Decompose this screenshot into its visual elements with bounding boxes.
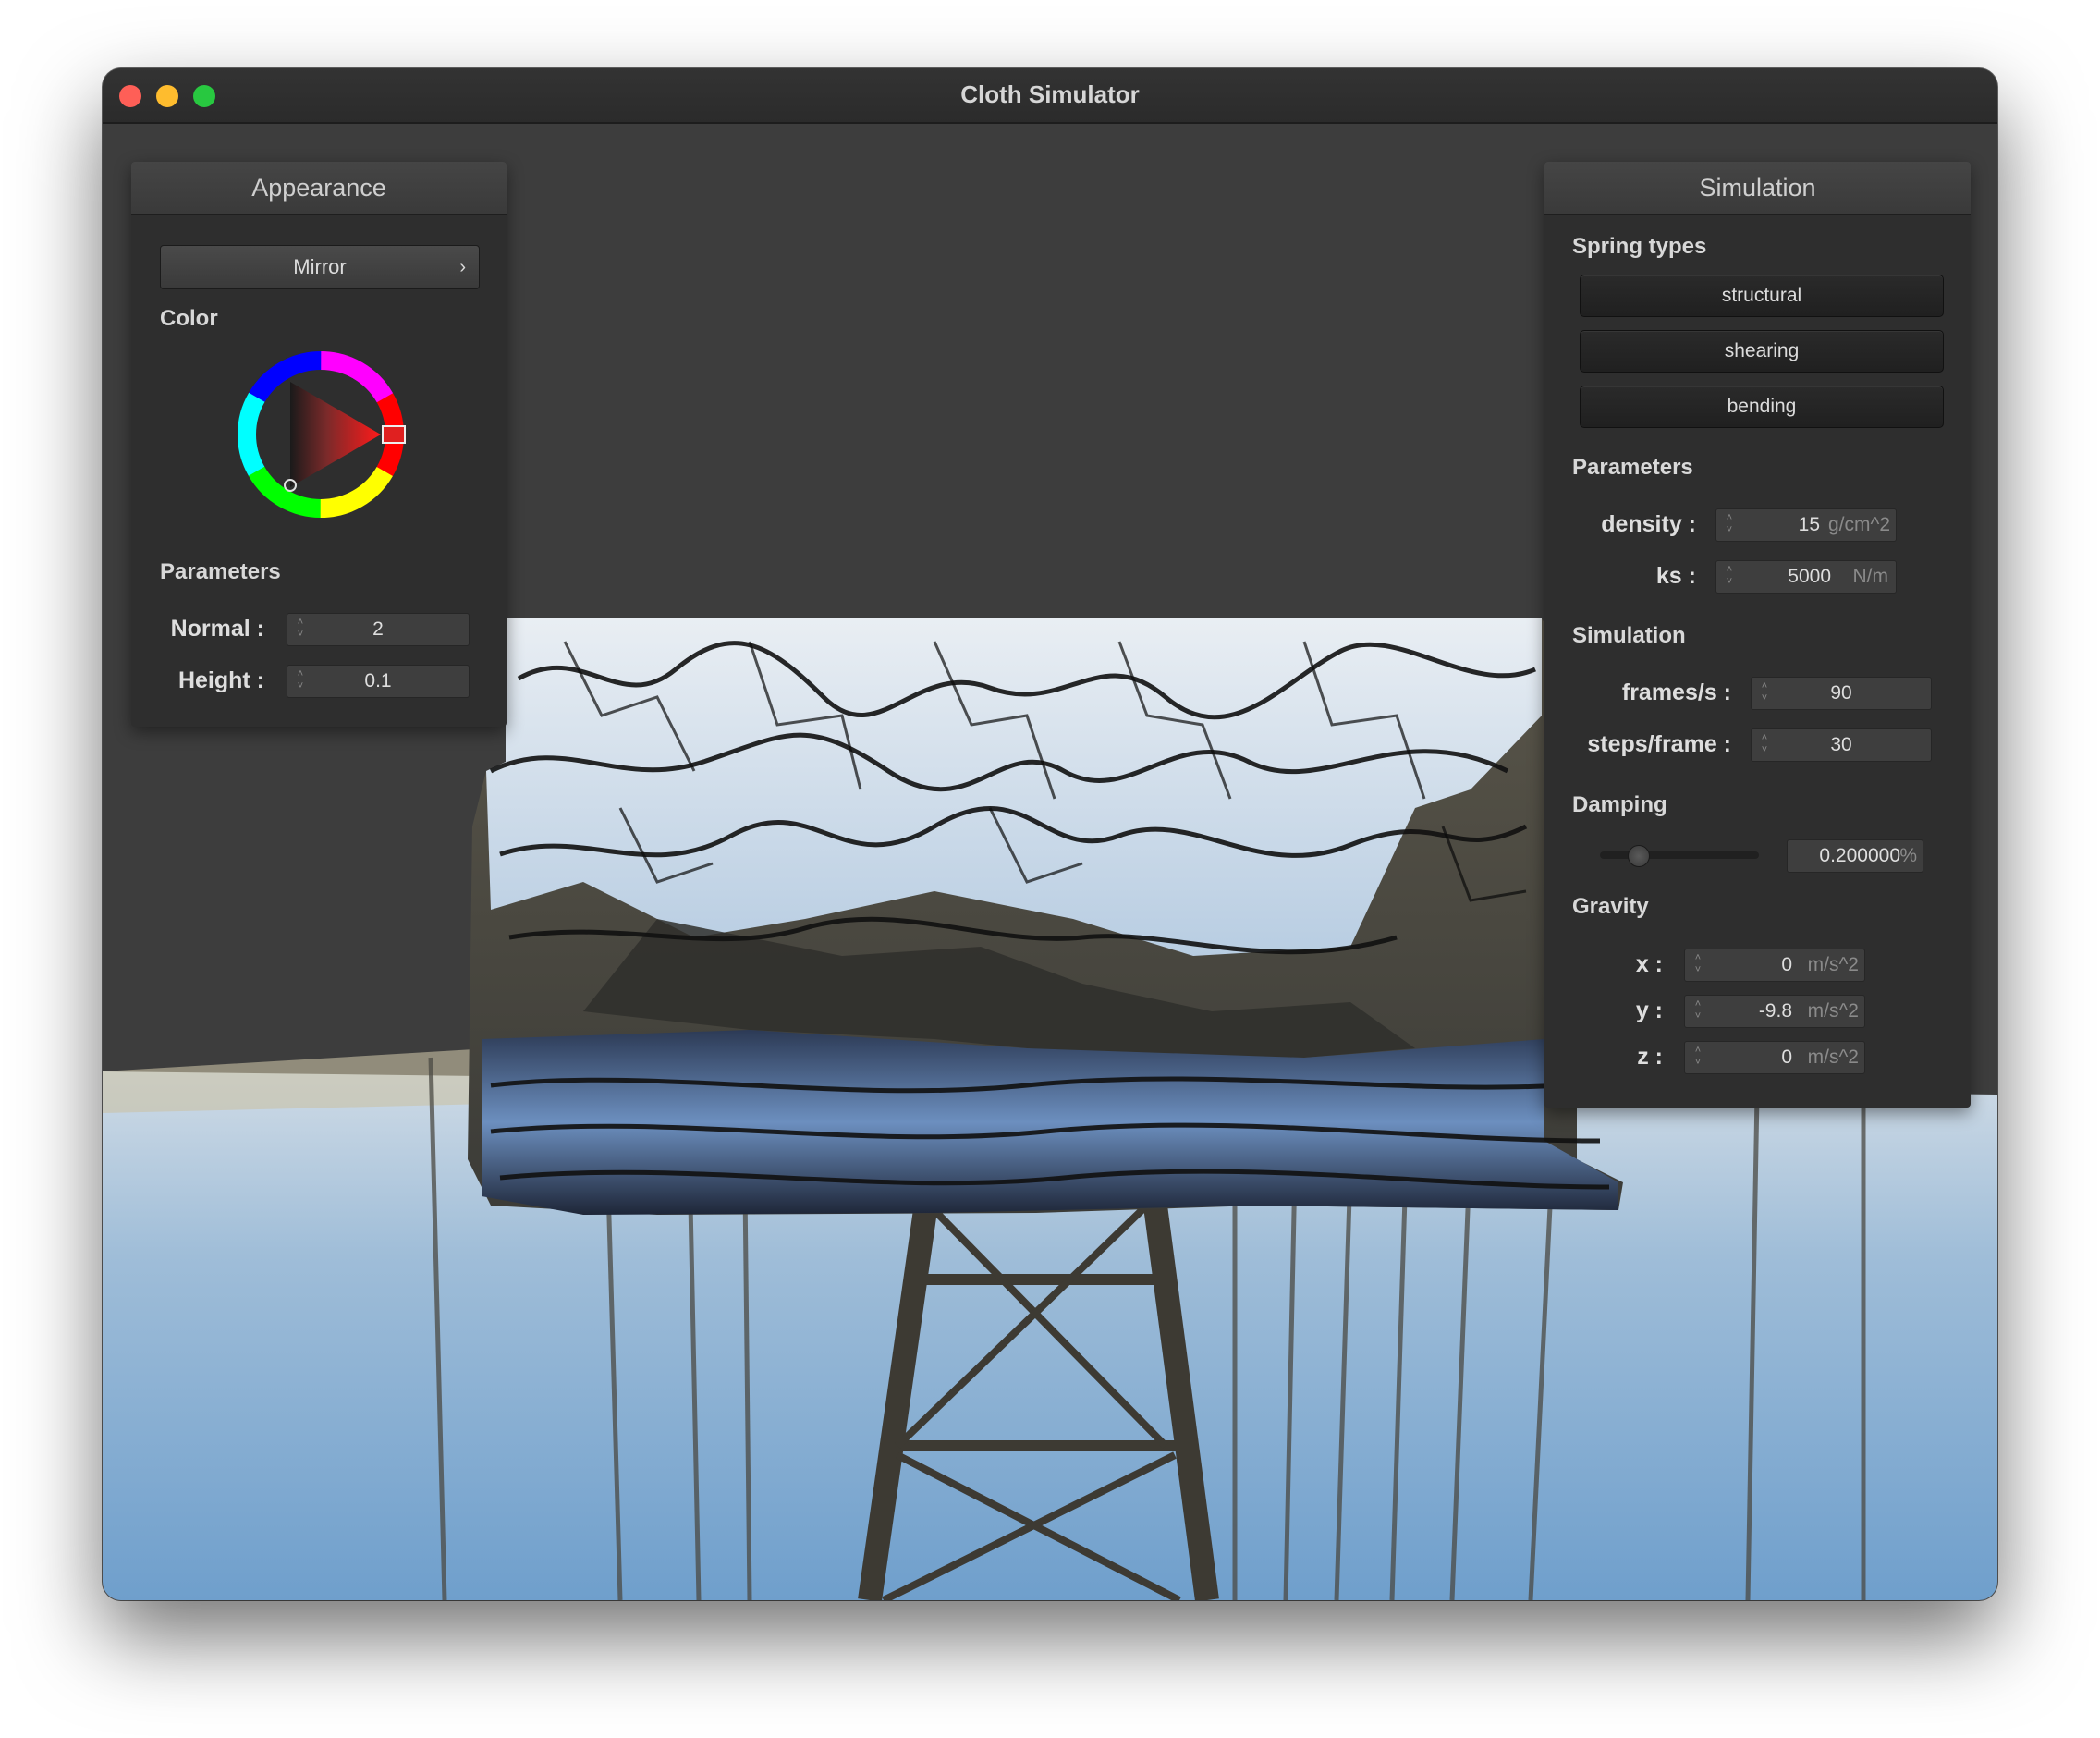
- color-wheel[interactable]: [233, 347, 409, 522]
- gravity-z-unit: m/s^2: [1807, 1046, 1859, 1068]
- height-value: 0.1: [364, 670, 392, 692]
- shader-select-button[interactable]: Mirror ›: [160, 245, 480, 289]
- gravity-y-input[interactable]: ˄ ˅ -9.8 m/s^2: [1684, 995, 1865, 1028]
- stepper-arrows-icon[interactable]: ˄ ˅: [1692, 952, 1703, 976]
- damping-label: Damping: [1572, 792, 1667, 817]
- simulation-panel: Simulation Spring types structural shear…: [1544, 162, 1971, 1108]
- steps-value: 30: [1830, 734, 1852, 755]
- appearance-panel-header: Appearance: [131, 162, 507, 215]
- damping-slider-knob[interactable]: [1628, 845, 1650, 867]
- stepper-arrows-icon[interactable]: ˄ ˅: [1724, 564, 1735, 588]
- steps-label: steps/frame :: [1587, 731, 1731, 757]
- color-section-label: Color: [160, 306, 218, 331]
- stepper-arrows-icon[interactable]: ˄ ˅: [1724, 512, 1735, 536]
- damping-input[interactable]: 0.200000 %: [1787, 839, 1923, 873]
- gravity-z-value: 0: [1781, 1046, 1792, 1068]
- density-input[interactable]: ˄ ˅ 15 g/cm^2: [1715, 508, 1897, 542]
- sim-parameters-label: Parameters: [1572, 455, 1693, 480]
- normal-value: 2: [372, 618, 384, 640]
- gravity-x-label: x :: [1635, 951, 1663, 977]
- density-value: 15: [1798, 514, 1820, 535]
- app-window: Cloth Simulator Appearance Mirror › Colo…: [103, 68, 1997, 1600]
- shearing-toggle[interactable]: shearing: [1580, 330, 1944, 373]
- damping-value: 0.200000: [1819, 845, 1900, 866]
- steps-input[interactable]: ˄ ˅ 30: [1751, 728, 1932, 762]
- fps-input[interactable]: ˄ ˅ 90: [1751, 677, 1932, 710]
- title-bar: Cloth Simulator: [103, 68, 1997, 124]
- structural-toggle[interactable]: structural: [1580, 275, 1944, 317]
- ks-value: 5000: [1788, 566, 1831, 587]
- gravity-y-value: -9.8: [1758, 1000, 1792, 1022]
- height-label: Height :: [177, 667, 264, 693]
- gravity-y-label: y :: [1635, 998, 1663, 1023]
- bending-toggle[interactable]: bending: [1580, 386, 1944, 428]
- fps-label: frames/s :: [1621, 679, 1731, 705]
- ks-label: ks :: [1655, 563, 1696, 589]
- window-title: Cloth Simulator: [960, 80, 1140, 108]
- ks-input[interactable]: ˄ ˅ 5000 N/m: [1715, 560, 1897, 594]
- appearance-panel: Appearance Mirror › Color Parameters Nor…: [131, 162, 507, 727]
- density-unit: g/cm^2: [1827, 514, 1890, 535]
- simulation-panel-header: Simulation: [1544, 162, 1971, 215]
- shader-select-label: Mirror: [293, 255, 347, 278]
- gravity-z-label: z :: [1637, 1044, 1663, 1070]
- height-input[interactable]: ˄ ˅ 0.1: [287, 665, 470, 698]
- fps-value: 90: [1830, 682, 1852, 704]
- gravity-x-input[interactable]: ˄ ˅ 0 m/s^2: [1684, 949, 1865, 982]
- sim-simulation-label: Simulation: [1572, 623, 1686, 648]
- normal-input[interactable]: ˄ ˅ 2: [287, 613, 470, 646]
- gravity-y-unit: m/s^2: [1807, 1000, 1859, 1022]
- cloth-mesh: [468, 618, 1623, 1215]
- spring-types-label: Spring types: [1572, 234, 1707, 259]
- damping-unit: %: [1899, 845, 1917, 866]
- gravity-x-unit: m/s^2: [1807, 954, 1859, 975]
- color-triangle: [290, 382, 381, 487]
- normal-label: Normal :: [170, 616, 264, 642]
- ks-unit: N/m: [1852, 566, 1889, 587]
- stepper-arrows-icon[interactable]: ˄ ˅: [1692, 1045, 1703, 1069]
- hue-selector: [382, 425, 406, 444]
- gravity-label: Gravity: [1572, 894, 1649, 919]
- density-label: density :: [1601, 511, 1696, 537]
- stepper-arrows-icon[interactable]: ˄ ˅: [1692, 998, 1703, 1022]
- appearance-parameters-label: Parameters: [160, 559, 281, 584]
- damping-slider[interactable]: [1600, 845, 1759, 867]
- chevron-right-icon: ›: [459, 257, 466, 277]
- gravity-x-value: 0: [1781, 954, 1792, 975]
- gravity-z-input[interactable]: ˄ ˅ 0 m/s^2: [1684, 1041, 1865, 1074]
